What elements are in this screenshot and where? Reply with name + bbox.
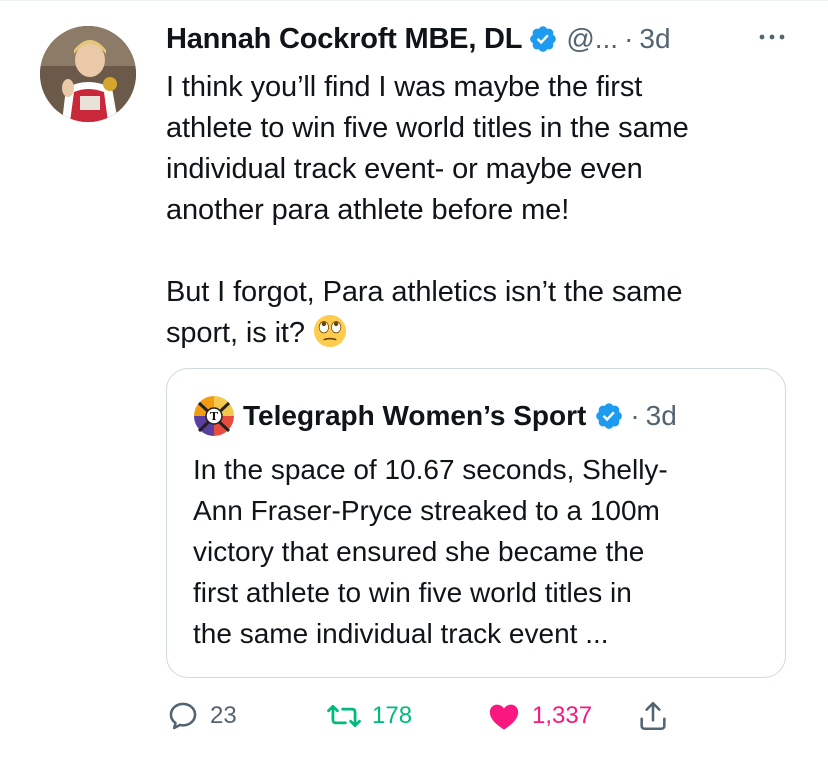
separator-dot: · bbox=[624, 23, 634, 54]
quoted-tweet[interactable]: T Telegraph Women’s Sport · 3d In the sp… bbox=[166, 368, 786, 678]
share-icon bbox=[640, 701, 666, 731]
quoted-author-name[interactable]: Telegraph Women’s Sport bbox=[243, 400, 586, 432]
eye-roll-emoji bbox=[313, 314, 346, 348]
verified-badge-icon bbox=[596, 403, 623, 429]
tweet-header: Hannah Cockroft MBE, DL @... · 3d bbox=[166, 16, 796, 62]
tweet[interactable]: Hannah Cockroft MBE, DL @... · 3d I thin… bbox=[166, 16, 796, 354]
quoted-timestamp[interactable]: 3d bbox=[646, 400, 677, 432]
tweet-text-content: I think you’ll find I was maybe the firs… bbox=[166, 71, 689, 349]
quoted-tweet-header: T Telegraph Women’s Sport · 3d bbox=[193, 395, 677, 437]
avatar-photo bbox=[40, 26, 136, 122]
retweet-count: 178 bbox=[372, 702, 413, 729]
top-divider bbox=[0, 0, 828, 1]
share-button[interactable] bbox=[636, 694, 670, 738]
tweet-actions: 23 178 1,337 bbox=[166, 694, 796, 738]
tweet-text: I think you’ll find I was maybe the firs… bbox=[166, 67, 796, 354]
like-button[interactable]: 1,337 bbox=[486, 694, 592, 738]
verified-badge-icon bbox=[530, 26, 557, 52]
reply-count: 23 bbox=[210, 702, 237, 729]
author-avatar[interactable] bbox=[40, 26, 136, 122]
heart-icon bbox=[489, 704, 519, 730]
svg-text:T: T bbox=[210, 410, 219, 423]
quoted-tweet-text: In the space of 10.67 seconds, Shelly- A… bbox=[193, 454, 668, 649]
author-handle[interactable]: @... bbox=[566, 23, 618, 55]
tweet-timestamp[interactable]: 3d bbox=[639, 23, 670, 55]
retweet-icon bbox=[327, 704, 361, 728]
reply-button[interactable]: 23 bbox=[166, 694, 237, 738]
more-icon[interactable] bbox=[752, 22, 792, 52]
retweet-button[interactable]: 178 bbox=[326, 694, 412, 738]
separator-dot: · bbox=[630, 400, 640, 431]
author-name[interactable]: Hannah Cockroft MBE, DL bbox=[166, 23, 523, 56]
reply-icon bbox=[169, 702, 197, 730]
like-count: 1,337 bbox=[532, 702, 593, 729]
telegraph-logo-avatar[interactable]: T bbox=[193, 395, 235, 437]
